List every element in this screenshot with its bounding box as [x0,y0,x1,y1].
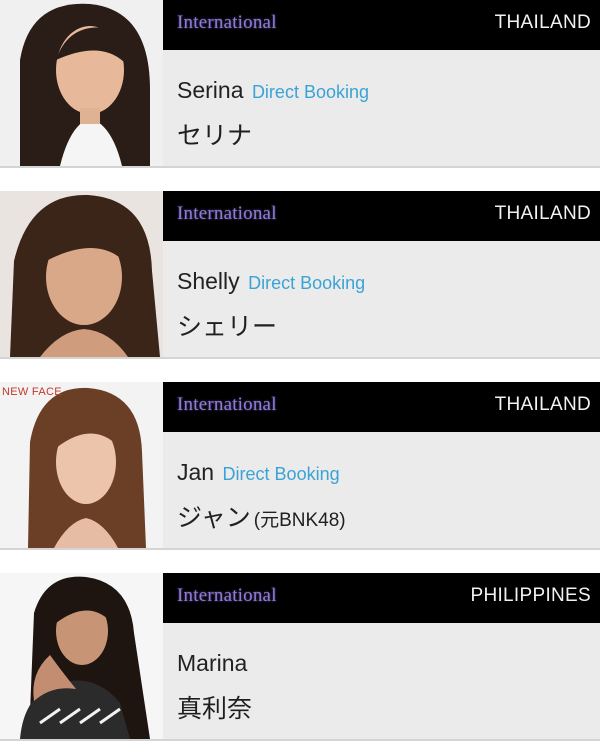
country-label: PHILIPPINES [470,585,591,606]
model-card[interactable]: International THAILAND Shelly Direct Boo… [0,191,600,359]
model-photo[interactable] [0,0,163,166]
model-name-japanese: 真利奈 [177,689,252,725]
kana-text: ジャン [177,504,251,532]
card-header: International THAILAND [163,0,600,50]
name-line: Shelly Direct Booking [177,268,365,295]
model-name-japanese: セリナ [177,116,252,152]
card-body: Shelly Direct Booking シェリー [163,241,600,357]
model-card[interactable]: International THAILAND Serina Direct Boo… [0,0,600,168]
direct-booking-link[interactable]: Direct Booking [252,82,369,102]
name-line: Marina [177,650,247,677]
name-line: Serina Direct Booking [177,77,369,104]
portrait-image [0,0,163,166]
card-header: International THAILAND [163,382,600,432]
model-name-japanese: シェリー [177,307,277,343]
card-header: International PHILIPPINES [163,573,600,623]
portrait-image [0,191,163,357]
category-label: International [177,394,277,415]
portrait-image [0,382,163,548]
model-name: Jan [177,459,215,485]
new-face-badge: NEW FACE [2,386,62,398]
kana-suffix: (元BNK48) [253,510,346,531]
model-list: International THAILAND Serina Direct Boo… [0,0,600,741]
card-body: Jan Direct Booking ジャン (元BNK48) [163,432,600,548]
model-name-japanese: ジャン (元BNK48) [177,498,346,534]
country-label: THAILAND [494,394,591,415]
model-photo[interactable] [0,573,163,739]
portrait-image [0,573,163,739]
name-line: Jan Direct Booking [177,459,340,486]
model-card[interactable]: NEW FACE International THAILAND Jan Dire… [0,382,600,550]
direct-booking-link[interactable]: Direct Booking [248,273,365,293]
model-name: Shelly [177,268,240,294]
category-label: International [177,203,277,224]
card-body: Serina Direct Booking セリナ [163,50,600,166]
card-body: Marina 真利奈 [163,623,600,739]
model-name: Serina [177,77,244,103]
kana-text: シェリー [177,313,278,341]
model-card[interactable]: International PHILIPPINES Marina 真利奈 [0,573,600,741]
country-label: THAILAND [494,12,591,33]
model-photo[interactable]: NEW FACE [0,382,163,548]
category-label: International [177,585,277,606]
model-photo[interactable] [0,191,163,357]
card-header: International THAILAND [163,191,600,241]
kana-text: セリナ [177,122,253,150]
direct-booking-link[interactable]: Direct Booking [223,464,340,484]
kana-text: 真利奈 [177,695,253,723]
category-label: International [177,12,277,33]
model-name: Marina [177,650,248,676]
country-label: THAILAND [494,203,591,224]
